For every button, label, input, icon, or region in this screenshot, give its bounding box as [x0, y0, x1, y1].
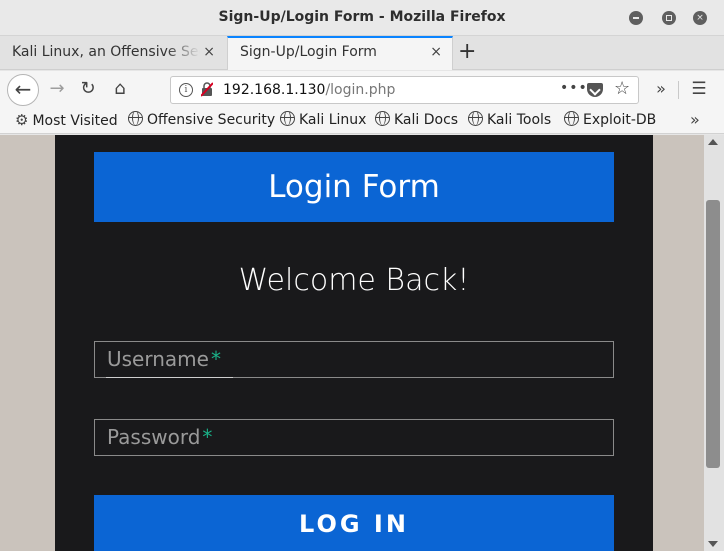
bookmark-exploit-db[interactable]: Exploit-DB [564, 111, 656, 128]
forward-button[interactable]: → [44, 77, 70, 103]
reload-button[interactable]: ↻ [75, 77, 101, 103]
vertical-scrollbar[interactable] [704, 135, 724, 551]
bookmarks-toolbar: ⚙ Most Visited Offensive Security Kali Li… [0, 108, 724, 134]
bookmark-kali-tools[interactable]: Kali Tools [468, 111, 551, 128]
globe-icon [375, 111, 390, 126]
insecure-lock-icon [201, 82, 213, 97]
log-in-button[interactable]: LOG IN [94, 495, 614, 551]
page-actions-icon[interactable]: ••• [560, 80, 588, 96]
home-button[interactable]: ⌂ [107, 77, 133, 103]
tab-login-form[interactable]: Sign-Up/Login Form × [227, 36, 453, 70]
tab-bar: Kali Linux, an Offensive Security × Sign… [0, 36, 724, 70]
info-icon[interactable]: i [179, 83, 193, 97]
bookmark-label: Exploit-DB [583, 112, 657, 128]
tab-label: Kali Linux, an Offensive Security [12, 44, 200, 60]
maximize-button[interactable] [662, 11, 676, 25]
url-path: /login.php [325, 82, 396, 98]
scroll-down-arrow[interactable] [708, 541, 718, 547]
navigation-toolbar: ← → ↻ ⌂ i 192.168.1.130/login.php ••• ☆ … [0, 71, 724, 108]
bookmark-kali-docs[interactable]: Kali Docs [375, 111, 458, 128]
password-field[interactable]: Password * [94, 419, 614, 456]
page-title: Login Form [268, 169, 440, 205]
scroll-thumb[interactable] [706, 200, 720, 468]
bookmark-label: Kali Tools [487, 112, 552, 128]
username-input[interactable] [95, 342, 613, 377]
tab-kali-linux[interactable]: Kali Linux, an Offensive Security × [0, 36, 225, 70]
close-window-button[interactable]: × [693, 11, 707, 25]
page-viewport: Login Form Welcome Back! Username * Passw… [0, 135, 704, 551]
hamburger-menu-button[interactable]: ☰ [686, 77, 712, 103]
bookmark-kali-linux[interactable]: Kali Linux [280, 111, 366, 128]
toolbar-separator [678, 81, 679, 99]
bookmark-label: Offensive Security [147, 112, 276, 128]
tab-close-icon[interactable]: × [430, 44, 442, 60]
password-input[interactable] [95, 420, 613, 455]
scroll-up-arrow[interactable] [708, 139, 718, 145]
bookmark-offensive-security[interactable]: Offensive Security [128, 111, 275, 128]
globe-icon [128, 111, 143, 126]
login-form-header[interactable]: Login Form [94, 152, 614, 222]
tab-label: Sign-Up/Login Form [240, 44, 377, 60]
window-title: Sign-Up/Login Form - Mozilla Firefox [218, 9, 506, 25]
globe-icon [564, 111, 579, 126]
back-button[interactable]: ← [7, 74, 39, 106]
bookmarks-overflow-button[interactable]: » [690, 110, 700, 129]
username-field[interactable]: Username * [94, 341, 614, 378]
new-tab-button[interactable]: + [458, 41, 476, 63]
window-titlebar: Sign-Up/Login Form - Mozilla Firefox × [0, 0, 724, 36]
bookmark-label: Kali Docs [394, 112, 459, 128]
focus-underline [106, 377, 233, 378]
bookmark-label: Most Visited [32, 113, 118, 129]
globe-icon [280, 111, 295, 126]
bookmark-star-icon[interactable]: ☆ [614, 78, 630, 99]
bookmark-label: Kali Linux [299, 112, 367, 128]
url-host: 192.168.1.130 [223, 82, 326, 98]
pocket-icon[interactable] [587, 83, 603, 97]
url-text: 192.168.1.130/login.php [223, 82, 395, 98]
minimize-button[interactable] [629, 11, 643, 25]
bookmark-most-visited[interactable]: ⚙ Most Visited [15, 111, 118, 129]
url-bar[interactable]: i 192.168.1.130/login.php ••• ☆ [170, 76, 639, 104]
gear-icon: ⚙ [15, 111, 29, 129]
globe-icon [468, 111, 483, 126]
welcome-heading: Welcome Back! [238, 263, 470, 298]
tab-close-icon[interactable]: × [203, 44, 215, 60]
toolbar-overflow-button[interactable]: » [648, 77, 674, 103]
form-panel: Login Form Welcome Back! Username * Passw… [55, 135, 653, 551]
